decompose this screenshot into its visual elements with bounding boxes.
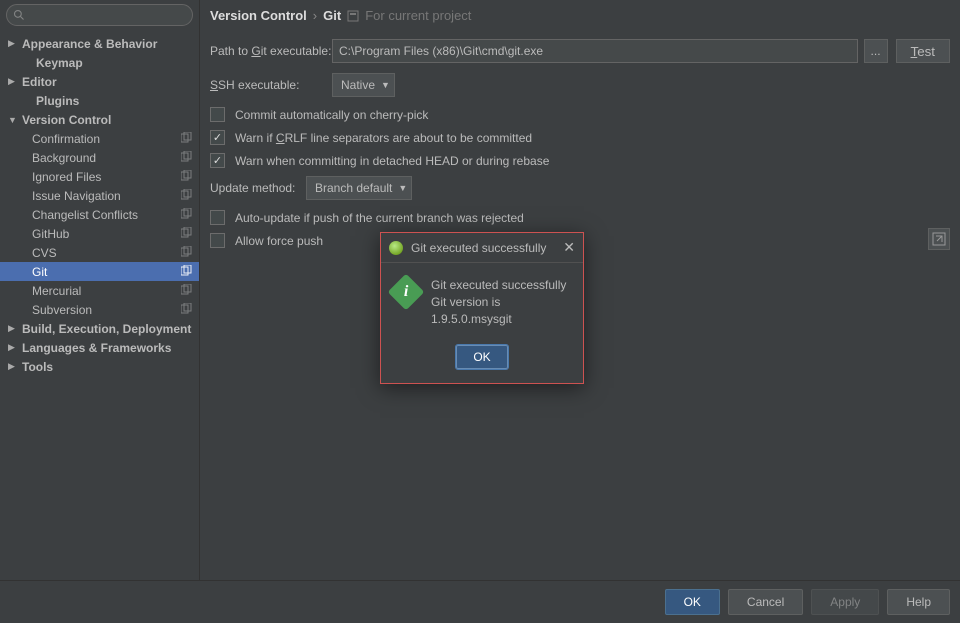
sidebar-item-label: Ignored Files [32, 170, 181, 184]
auto-update-push-label: Auto-update if push of the current branc… [235, 211, 524, 225]
sidebar-item-label: CVS [32, 246, 181, 260]
sidebar-item-label: Subversion [32, 303, 181, 317]
sidebar-item-label: Git [32, 265, 181, 279]
warn-detached-label: Warn when committing in detached HEAD or… [235, 154, 549, 168]
update-method-value: Branch default [315, 181, 392, 195]
settings-sidebar: ▶ Appearance & Behavior Keymap ▶ Editor Plugi… [0, 0, 200, 580]
sidebar-item-version-control[interactable]: ▼ Version Control [0, 110, 199, 129]
settings-tree: ▶ Appearance & Behavior Keymap ▶ Editor Plugi… [0, 30, 199, 376]
expand-arrow-icon: ▼ [8, 115, 18, 125]
apply-button: Apply [811, 589, 879, 615]
project-scope-icon [181, 227, 193, 241]
update-method-select[interactable]: Branch default ▼ [306, 176, 412, 200]
expand-arrow-icon: ▶ [8, 76, 18, 87]
sidebar-item-label: Confirmation [32, 132, 181, 146]
chevron-down-icon: ▼ [381, 80, 390, 90]
breadcrumb-separator: › [313, 8, 317, 23]
sidebar-item-label: Tools [22, 360, 193, 374]
expand-list-button[interactable] [928, 228, 950, 250]
sidebar-item-label: Build, Execution, Deployment [22, 322, 193, 336]
expand-arrow-icon: ▶ [8, 38, 18, 49]
help-button[interactable]: Help [887, 589, 950, 615]
expand-arrow-icon: ▶ [8, 323, 18, 334]
warn-crlf-label: Warn if CRLF line separators are about t… [235, 131, 532, 145]
git-path-label: Path to Git executable: [210, 44, 332, 58]
search-input[interactable] [29, 8, 186, 22]
auto-update-push-checkbox[interactable] [210, 210, 225, 225]
cherry-pick-autocommit-label: Commit automatically on cherry-pick [235, 108, 428, 122]
expand-arrow-icon: ▶ [8, 361, 18, 372]
sidebar-item-editor[interactable]: ▶ Editor [0, 72, 199, 91]
ssh-label: SSH executable: [210, 78, 332, 92]
breadcrumb-hint: For current project [365, 8, 471, 23]
sidebar-item-background[interactable]: Background [0, 148, 199, 167]
sidebar-item-label: Version Control [22, 113, 193, 127]
allow-force-push-label: Allow force push [235, 234, 323, 248]
sidebar-item-label: Languages & Frameworks [22, 341, 193, 355]
ssh-select[interactable]: Native ▼ [332, 73, 395, 97]
sidebar-item-confirmation[interactable]: Confirmation [0, 129, 199, 148]
sidebar-item-label: GitHub [32, 227, 181, 241]
sidebar-item-changelist-conflicts[interactable]: Changelist Conflicts [0, 205, 199, 224]
dialog-title: Git executed successfully [411, 241, 563, 255]
project-scope-icon [181, 132, 193, 146]
warn-crlf-checkbox[interactable] [210, 130, 225, 145]
search-input-wrapper[interactable] [6, 4, 193, 26]
dialog-button-bar: OK Cancel Apply Help [0, 580, 960, 623]
project-scope-icon [181, 265, 193, 279]
project-scope-icon [181, 151, 193, 165]
dialog-ok-button[interactable]: OK [456, 345, 507, 369]
breadcrumb: Version Control › Git For current projec… [210, 8, 950, 23]
warn-detached-checkbox[interactable] [210, 153, 225, 168]
update-method-label: Update method: [210, 181, 306, 195]
sidebar-item-mercurial[interactable]: Mercurial [0, 281, 199, 300]
dialog-title-icon [389, 241, 403, 255]
project-scope-icon [181, 246, 193, 260]
ssh-select-value: Native [341, 78, 375, 92]
git-path-input[interactable] [332, 39, 858, 63]
cherry-pick-autocommit-checkbox[interactable] [210, 107, 225, 122]
sidebar-item-cvs[interactable]: CVS [0, 243, 199, 262]
dialog-close-button[interactable]: ✕ [563, 239, 575, 256]
sidebar-item-label: Background [32, 151, 181, 165]
sidebar-item-label: Keymap [22, 56, 193, 70]
project-scope-icon [347, 10, 359, 22]
sidebar-item-label: Plugins [22, 94, 193, 108]
sidebar-item-plugins[interactable]: Plugins [0, 91, 199, 110]
project-scope-icon [181, 303, 193, 317]
search-icon [13, 9, 25, 21]
breadcrumb-parent[interactable]: Version Control [210, 8, 307, 23]
ok-button[interactable]: OK [665, 589, 720, 615]
expand-arrow-icon: ▶ [8, 342, 18, 353]
sidebar-item-label: Issue Navigation [32, 189, 181, 203]
sidebar-item-label: Mercurial [32, 284, 181, 298]
sidebar-item-issue-navigation[interactable]: Issue Navigation [0, 186, 199, 205]
sidebar-item-languages-frameworks[interactable]: ▶ Languages & Frameworks [0, 338, 199, 357]
sidebar-item-label: Editor [22, 75, 193, 89]
sidebar-item-label: Appearance & Behavior [22, 37, 193, 51]
sidebar-item-git[interactable]: Git [0, 262, 199, 281]
project-scope-icon [181, 189, 193, 203]
dialog-message: Git executed successfully Git version is… [431, 277, 571, 327]
info-icon: i [388, 274, 425, 311]
test-button[interactable]: Test [896, 39, 950, 63]
sidebar-item-build-execution-deployment[interactable]: ▶ Build, Execution, Deployment [0, 319, 199, 338]
project-scope-icon [181, 284, 193, 298]
allow-force-push-checkbox[interactable] [210, 233, 225, 248]
chevron-down-icon: ▼ [398, 183, 407, 193]
expand-icon [932, 232, 946, 246]
sidebar-item-appearance-behavior[interactable]: ▶ Appearance & Behavior [0, 34, 199, 53]
project-scope-icon [181, 208, 193, 222]
project-scope-icon [181, 170, 193, 184]
sidebar-item-label: Changelist Conflicts [32, 208, 181, 222]
cancel-button[interactable]: Cancel [728, 589, 803, 615]
sidebar-item-keymap[interactable]: Keymap [0, 53, 199, 72]
result-dialog: Git executed successfully ✕ i Git execut… [380, 232, 584, 384]
sidebar-item-tools[interactable]: ▶ Tools [0, 357, 199, 376]
browse-button[interactable]: ... [864, 39, 888, 63]
breadcrumb-current: Git [323, 8, 341, 23]
sidebar-item-subversion[interactable]: Subversion [0, 300, 199, 319]
sidebar-item-ignored-files[interactable]: Ignored Files [0, 167, 199, 186]
sidebar-item-github[interactable]: GitHub [0, 224, 199, 243]
